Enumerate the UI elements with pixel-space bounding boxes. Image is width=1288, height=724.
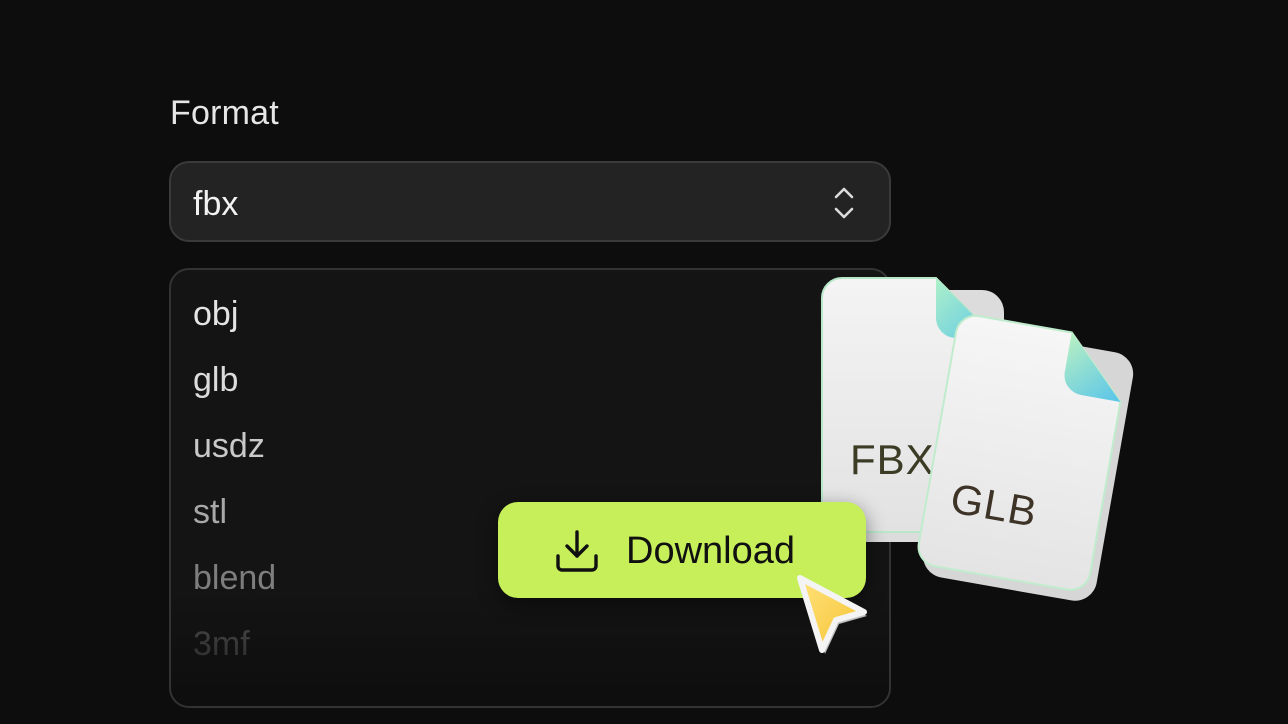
- option-blend[interactable]: blend: [193, 558, 276, 598]
- format-label: Format: [170, 94, 279, 132]
- option-3mf[interactable]: 3mf: [193, 624, 250, 664]
- option-usdz[interactable]: usdz: [193, 426, 265, 466]
- download-icon: [556, 530, 598, 572]
- chevron-updown-icon: [834, 187, 854, 219]
- format-select[interactable]: fbx: [169, 161, 891, 242]
- option-stl[interactable]: stl: [193, 492, 227, 532]
- option-glb[interactable]: glb: [193, 360, 238, 400]
- format-dropdown-list: obj glb usdz stl blend 3mf: [169, 268, 891, 708]
- download-label: Download: [626, 530, 795, 572]
- cursor-icon: [797, 575, 867, 654]
- option-obj[interactable]: obj: [193, 294, 238, 334]
- format-select-value: fbx: [193, 185, 239, 223]
